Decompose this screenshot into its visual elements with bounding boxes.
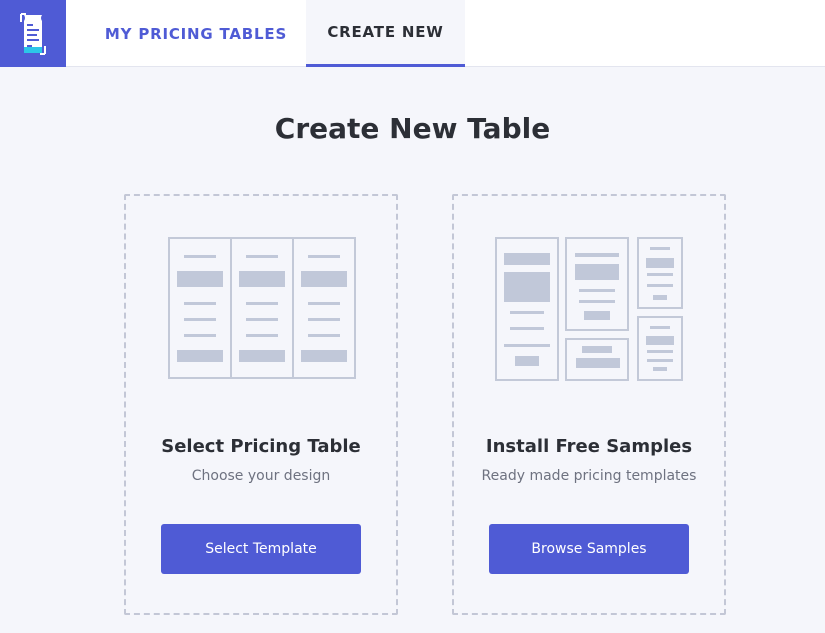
select-template-button[interactable]: Select Template (161, 524, 361, 574)
top-bar: MY PRICING TABLES CREATE NEW (0, 0, 825, 67)
browse-samples-button[interactable]: Browse Samples (489, 524, 689, 574)
select-pricing-table-card: Select Pricing Table Choose your design … (124, 194, 398, 615)
card-title: Install Free Samples (485, 436, 693, 457)
three-column-table-icon (168, 237, 356, 379)
install-free-samples-card: Install Free Samples Ready made pricing … (452, 194, 726, 615)
tab-create-new[interactable]: CREATE NEW (306, 0, 465, 67)
card-subtitle: Choose your design (191, 468, 331, 484)
tab-my-pricing-tables[interactable]: MY PRICING TABLES (88, 0, 304, 67)
sample-layouts-icon (495, 237, 683, 381)
page-title: Create New Table (274, 112, 551, 145)
card-subtitle: Ready made pricing templates (481, 468, 697, 484)
pricing-table-logo-icon (20, 12, 46, 55)
card-title: Select Pricing Table (161, 436, 361, 457)
logo[interactable] (0, 0, 66, 67)
